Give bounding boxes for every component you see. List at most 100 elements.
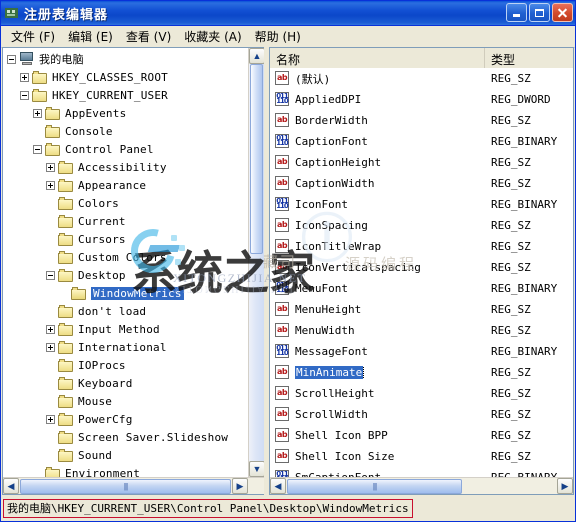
- tree-item[interactable]: WindowMetrics: [3, 284, 248, 302]
- tree-item[interactable]: IOProcs: [3, 356, 248, 374]
- expand-icon[interactable]: [46, 324, 55, 334]
- list-item[interactable]: ab IconVerticalspacing REG_SZ: [270, 257, 573, 278]
- list-item[interactable]: ab Shell Icon BPP REG_SZ: [270, 425, 573, 446]
- column-header-name[interactable]: 名称: [270, 48, 485, 68]
- tree-scroll-up-button[interactable]: ▲: [249, 48, 264, 64]
- tree-item[interactable]: HKEY_CURRENT_USER: [3, 86, 248, 104]
- tree-item-label: Environment: [65, 466, 141, 478]
- list-item[interactable]: 011 110 AppliedDPI REG_DWORD: [270, 89, 573, 110]
- list-item[interactable]: 011 110 IconFont REG_BINARY: [270, 194, 573, 215]
- menu-favorites[interactable]: 收藏夹 (A): [180, 26, 250, 47]
- list-item[interactable]: 011110SmCaptionFontREG_BINARY: [270, 467, 573, 477]
- folder-icon: [32, 70, 48, 84]
- tree-item[interactable]: PowerCfg: [3, 410, 248, 428]
- tree-item[interactable]: Desktop: [3, 266, 248, 284]
- tree-item[interactable]: Control Panel: [3, 140, 248, 158]
- menu-help[interactable]: 帮助 (H): [251, 26, 310, 47]
- tree-scroll-track[interactable]: [249, 64, 264, 461]
- tree-scroll-left-button[interactable]: ◀: [3, 478, 19, 494]
- value-name: IconSpacing: [295, 219, 491, 232]
- collapse-icon[interactable]: [33, 144, 42, 154]
- string-value-icon: ab: [274, 323, 291, 338]
- menu-edit[interactable]: 编辑 (E): [64, 26, 122, 47]
- list-item[interactable]: ab BorderWidth REG_SZ: [270, 110, 573, 131]
- list-item[interactable]: ab MenuHeight REG_SZ: [270, 299, 573, 320]
- expand-icon[interactable]: [46, 342, 55, 352]
- expand-icon[interactable]: [46, 414, 55, 424]
- tree-scroll-down-button[interactable]: ▼: [249, 461, 264, 477]
- list-scroll-right-button[interactable]: ▶: [557, 478, 573, 494]
- folder-open-icon: [71, 286, 87, 300]
- tree-item[interactable]: HKEY_CLASSES_ROOT: [3, 68, 248, 86]
- expand-icon[interactable]: [20, 72, 29, 82]
- tree-item[interactable]: Cursors: [3, 230, 248, 248]
- list-item[interactable]: 011 110 MenuFont REG_BINARY: [270, 278, 573, 299]
- value-name: MessageFont: [295, 345, 491, 358]
- list-scroll-left-button[interactable]: ◀: [270, 478, 286, 494]
- list-item[interactable]: ab IconTitleWrap REG_SZ: [270, 236, 573, 257]
- folder-icon: [58, 376, 74, 390]
- collapse-icon[interactable]: [7, 54, 16, 64]
- expand-icon[interactable]: [33, 108, 42, 118]
- tree-item[interactable]: Input Method: [3, 320, 248, 338]
- tree-item[interactable]: Screen Saver.Slideshow: [3, 428, 248, 446]
- tree-item[interactable]: Console: [3, 122, 248, 140]
- value-name: Shell Icon Size: [295, 450, 491, 463]
- collapse-icon[interactable]: [20, 90, 29, 100]
- expand-icon[interactable]: [46, 180, 55, 190]
- column-header-type[interactable]: 类型: [485, 48, 573, 68]
- folder-icon: [58, 430, 74, 444]
- tree-scroll-right-button[interactable]: ▶: [232, 478, 248, 494]
- list-item[interactable]: ab Shell Icon Size REG_SZ: [270, 446, 573, 467]
- list-item[interactable]: ab MinAnimate REG_SZ: [270, 362, 573, 383]
- maximize-button[interactable]: [529, 3, 550, 22]
- tree-item[interactable]: don't load: [3, 302, 248, 320]
- list-item[interactable]: 011 110 CaptionFont REG_BINARY: [270, 131, 573, 152]
- tree-item[interactable]: Current: [3, 212, 248, 230]
- close-button[interactable]: [552, 3, 573, 22]
- folder-icon: [58, 214, 74, 228]
- list-item[interactable]: ab CaptionWidth REG_SZ: [270, 173, 573, 194]
- value-type: REG_SZ: [491, 429, 531, 442]
- value-name-text: MessageFont: [295, 345, 368, 358]
- minimize-button[interactable]: [506, 3, 527, 22]
- tree-item[interactable]: Custom Colors: [3, 248, 248, 266]
- tree-scroll-thumb[interactable]: [250, 64, 263, 254]
- tree-item[interactable]: International: [3, 338, 248, 356]
- binary-value-icon: 011110: [275, 197, 289, 211]
- list-item[interactable]: ab ScrollWidth REG_SZ: [270, 404, 573, 425]
- list-item[interactable]: 011 110 MessageFont REG_BINARY: [270, 341, 573, 362]
- list-item[interactable]: ab IconSpacing REG_SZ: [270, 215, 573, 236]
- list-hscroll-thumb[interactable]: ||||: [287, 478, 462, 494]
- list-item[interactable]: ab MenuWidth REG_SZ: [270, 320, 573, 341]
- collapse-icon[interactable]: [46, 270, 55, 280]
- menu-file[interactable]: 文件 (F): [7, 26, 64, 47]
- tree-item[interactable]: Accessibility: [3, 158, 248, 176]
- value-name: AppliedDPI: [295, 93, 491, 106]
- tree-item[interactable]: Mouse: [3, 392, 248, 410]
- list-horizontal-scrollbar[interactable]: ◀ |||| ▶: [270, 477, 573, 494]
- value-type: REG_SZ: [491, 177, 531, 190]
- tree-vertical-scrollbar[interactable]: ▲ ▼: [248, 48, 264, 477]
- value-type: REG_BINARY: [491, 198, 558, 211]
- menu-view[interactable]: 查看 (V): [122, 26, 180, 47]
- tree-item[interactable]: Keyboard: [3, 374, 248, 392]
- list-item[interactable]: ab (默认) REG_SZ: [270, 68, 573, 89]
- tree-horizontal-scrollbar[interactable]: ◀ |||| ▶: [3, 477, 264, 494]
- list-item[interactable]: ab CaptionHeight REG_SZ: [270, 152, 573, 173]
- tree-item-label: IOProcs: [78, 358, 126, 372]
- tree-item[interactable]: Appearance: [3, 176, 248, 194]
- string-value-icon: ab: [274, 449, 291, 464]
- tree-item[interactable]: 我的电脑: [3, 50, 248, 68]
- minimize-icon: [513, 14, 520, 17]
- computer-icon: [19, 52, 35, 66]
- expand-icon[interactable]: [46, 162, 55, 172]
- tree-item[interactable]: Sound: [3, 446, 248, 464]
- tree-hscroll-thumb[interactable]: ||||: [20, 478, 231, 494]
- string-value-icon: ab: [274, 386, 291, 401]
- tree-item[interactable]: AppEvents: [3, 104, 248, 122]
- list-item[interactable]: ab ScrollHeight REG_SZ: [270, 383, 573, 404]
- tree-item[interactable]: Colors: [3, 194, 248, 212]
- tree-item[interactable]: Environment: [3, 464, 248, 477]
- value-name-text: IconFont: [295, 198, 348, 211]
